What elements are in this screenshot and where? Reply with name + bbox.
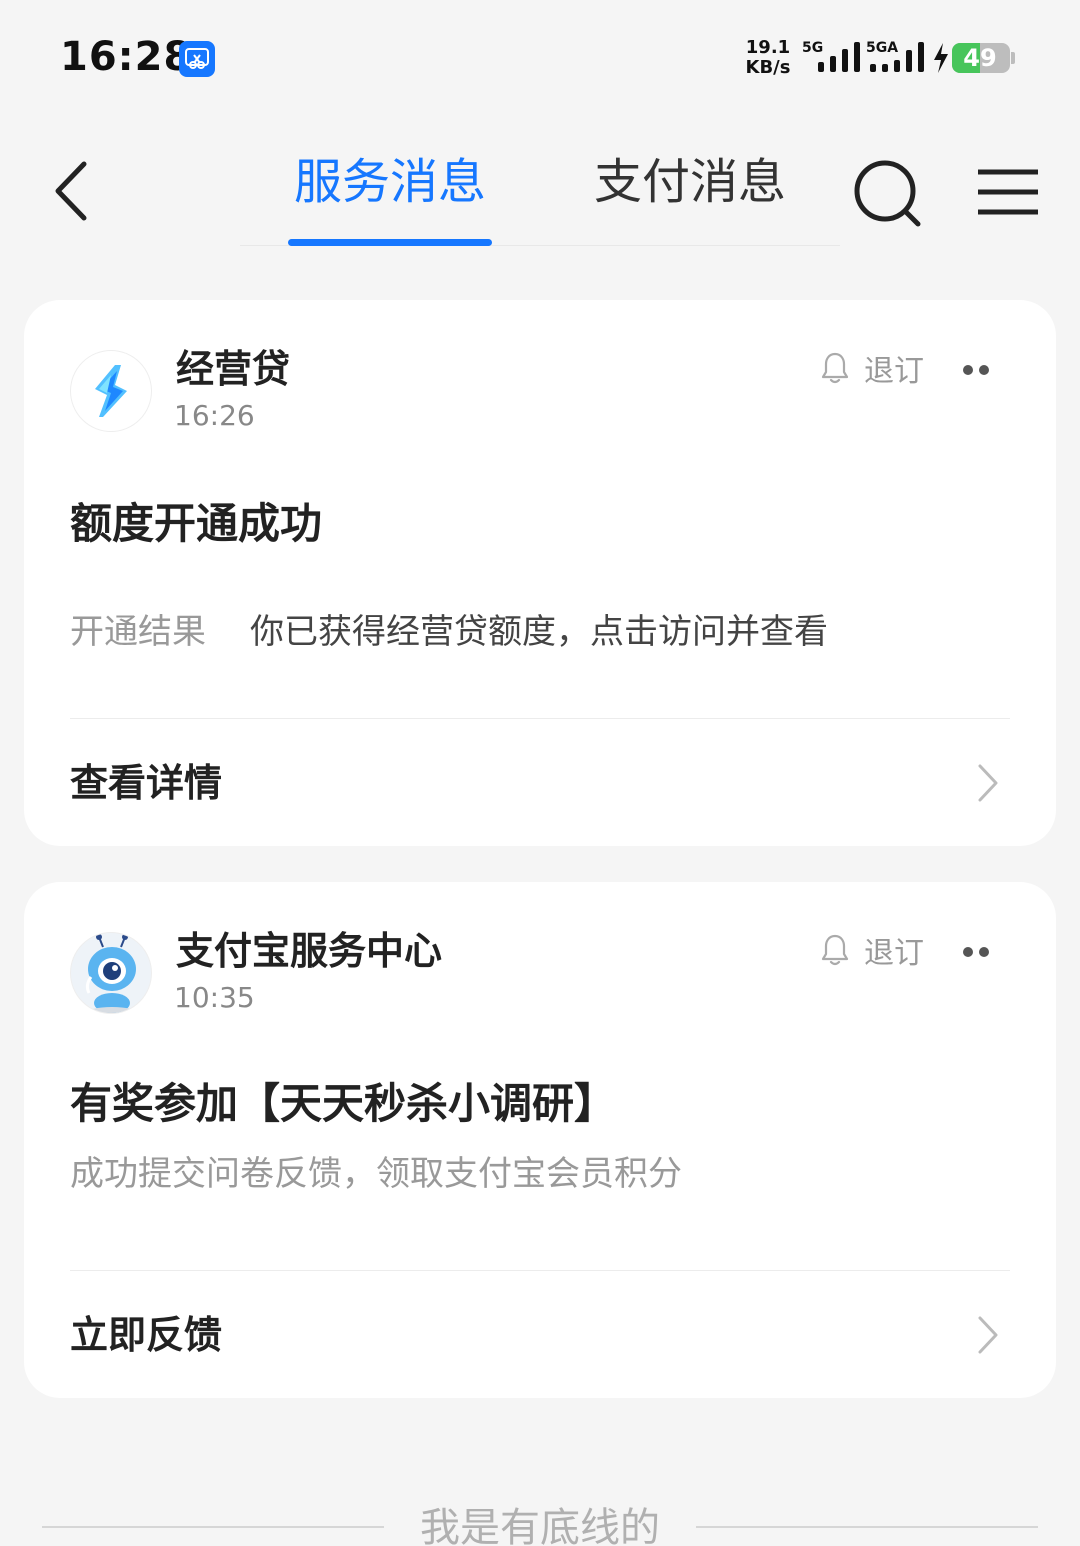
back-button[interactable] (40, 156, 104, 226)
unsubscribe-label: 退订 (864, 936, 924, 971)
more-dots-icon (963, 947, 989, 957)
search-icon (854, 160, 921, 227)
nav-bar: 服务消息 支付消息 (0, 120, 1080, 250)
end-of-list-text: 我是有底线的 (420, 1505, 660, 1546)
view-details-row[interactable]: 查看详情 (24, 728, 1056, 838)
message-title: 额度开通成功 (70, 499, 323, 548)
sender-name: 支付宝服务中心 (176, 929, 443, 973)
bell-icon (821, 934, 849, 966)
sender-name: 经营贷 (176, 347, 291, 391)
network-speed: 19.1 KB/s (744, 38, 792, 78)
signal-strength-2-icon (870, 42, 924, 72)
result-text: 你已获得经营贷额度，点击访问并查看 (250, 612, 828, 652)
sender-avatar[interactable] (70, 932, 152, 1014)
jingyingdai-logo-icon (95, 365, 127, 417)
card-divider (70, 718, 1010, 719)
message-description: 成功提交问卷反馈，领取支付宝会员积分 (70, 1154, 682, 1194)
footer-divider-left (42, 1526, 384, 1528)
message-time: 16:26 (174, 399, 255, 432)
unsubscribe-button[interactable]: 退订 (820, 928, 924, 972)
give-feedback-row[interactable]: 立即反馈 (24, 1280, 1056, 1390)
ant-mascot-icon (85, 934, 138, 1013)
view-details-label: 查看详情 (70, 761, 223, 805)
hamburger-menu-icon (978, 169, 1038, 215)
status-time: 16:28 (60, 34, 193, 80)
sender-avatar[interactable] (70, 350, 152, 432)
menu-button[interactable] (972, 160, 1044, 224)
tab-service-messages[interactable]: 服务消息 (270, 152, 510, 212)
charging-bolt-icon (934, 43, 948, 73)
message-time: 10:35 (174, 981, 255, 1014)
chevron-left-icon (55, 161, 87, 221)
message-title: 有奖参加【天天秒杀小调研】 (70, 1079, 617, 1128)
battery-icon: 49 (952, 43, 1010, 73)
status-bar: 16:28 19.1 KB/s 5G 5GA 49 (0, 0, 1080, 110)
message-card[interactable]: 支付宝服务中心 10:35 退订 有奖参加【天天秒杀小调研】 成功提交问卷反馈，… (24, 882, 1056, 1398)
network-speed-unit: KB/s (745, 57, 791, 78)
end-of-list-footer: 我是有底线的 (0, 1496, 1080, 1546)
footer-divider-right (696, 1526, 1038, 1528)
more-dots-icon (963, 365, 989, 375)
give-feedback-label: 立即反馈 (70, 1313, 223, 1357)
battery-level: 49 (963, 44, 997, 72)
screen-capture-icon (179, 41, 215, 77)
tab-payment-messages[interactable]: 支付消息 (570, 152, 810, 212)
chevron-right-icon (978, 764, 998, 802)
unsubscribe-label: 退订 (864, 354, 924, 389)
card-divider (70, 1270, 1010, 1271)
unsubscribe-button[interactable]: 退订 (820, 346, 924, 390)
bell-icon (821, 352, 849, 384)
battery-tip (1011, 52, 1015, 64)
signal-strength-icon (818, 42, 860, 72)
more-options-button[interactable] (956, 358, 996, 382)
search-button[interactable] (848, 154, 928, 234)
result-label: 开通结果 (70, 612, 206, 652)
message-card[interactable]: 经营贷 16:26 退订 额度开通成功 开通结果 你已获得经营贷额度，点击访问并… (24, 300, 1056, 846)
network-speed-value: 19.1 (745, 37, 791, 58)
active-tab-indicator (288, 239, 492, 246)
more-options-button[interactable] (956, 940, 996, 964)
chevron-right-icon (978, 1316, 998, 1354)
